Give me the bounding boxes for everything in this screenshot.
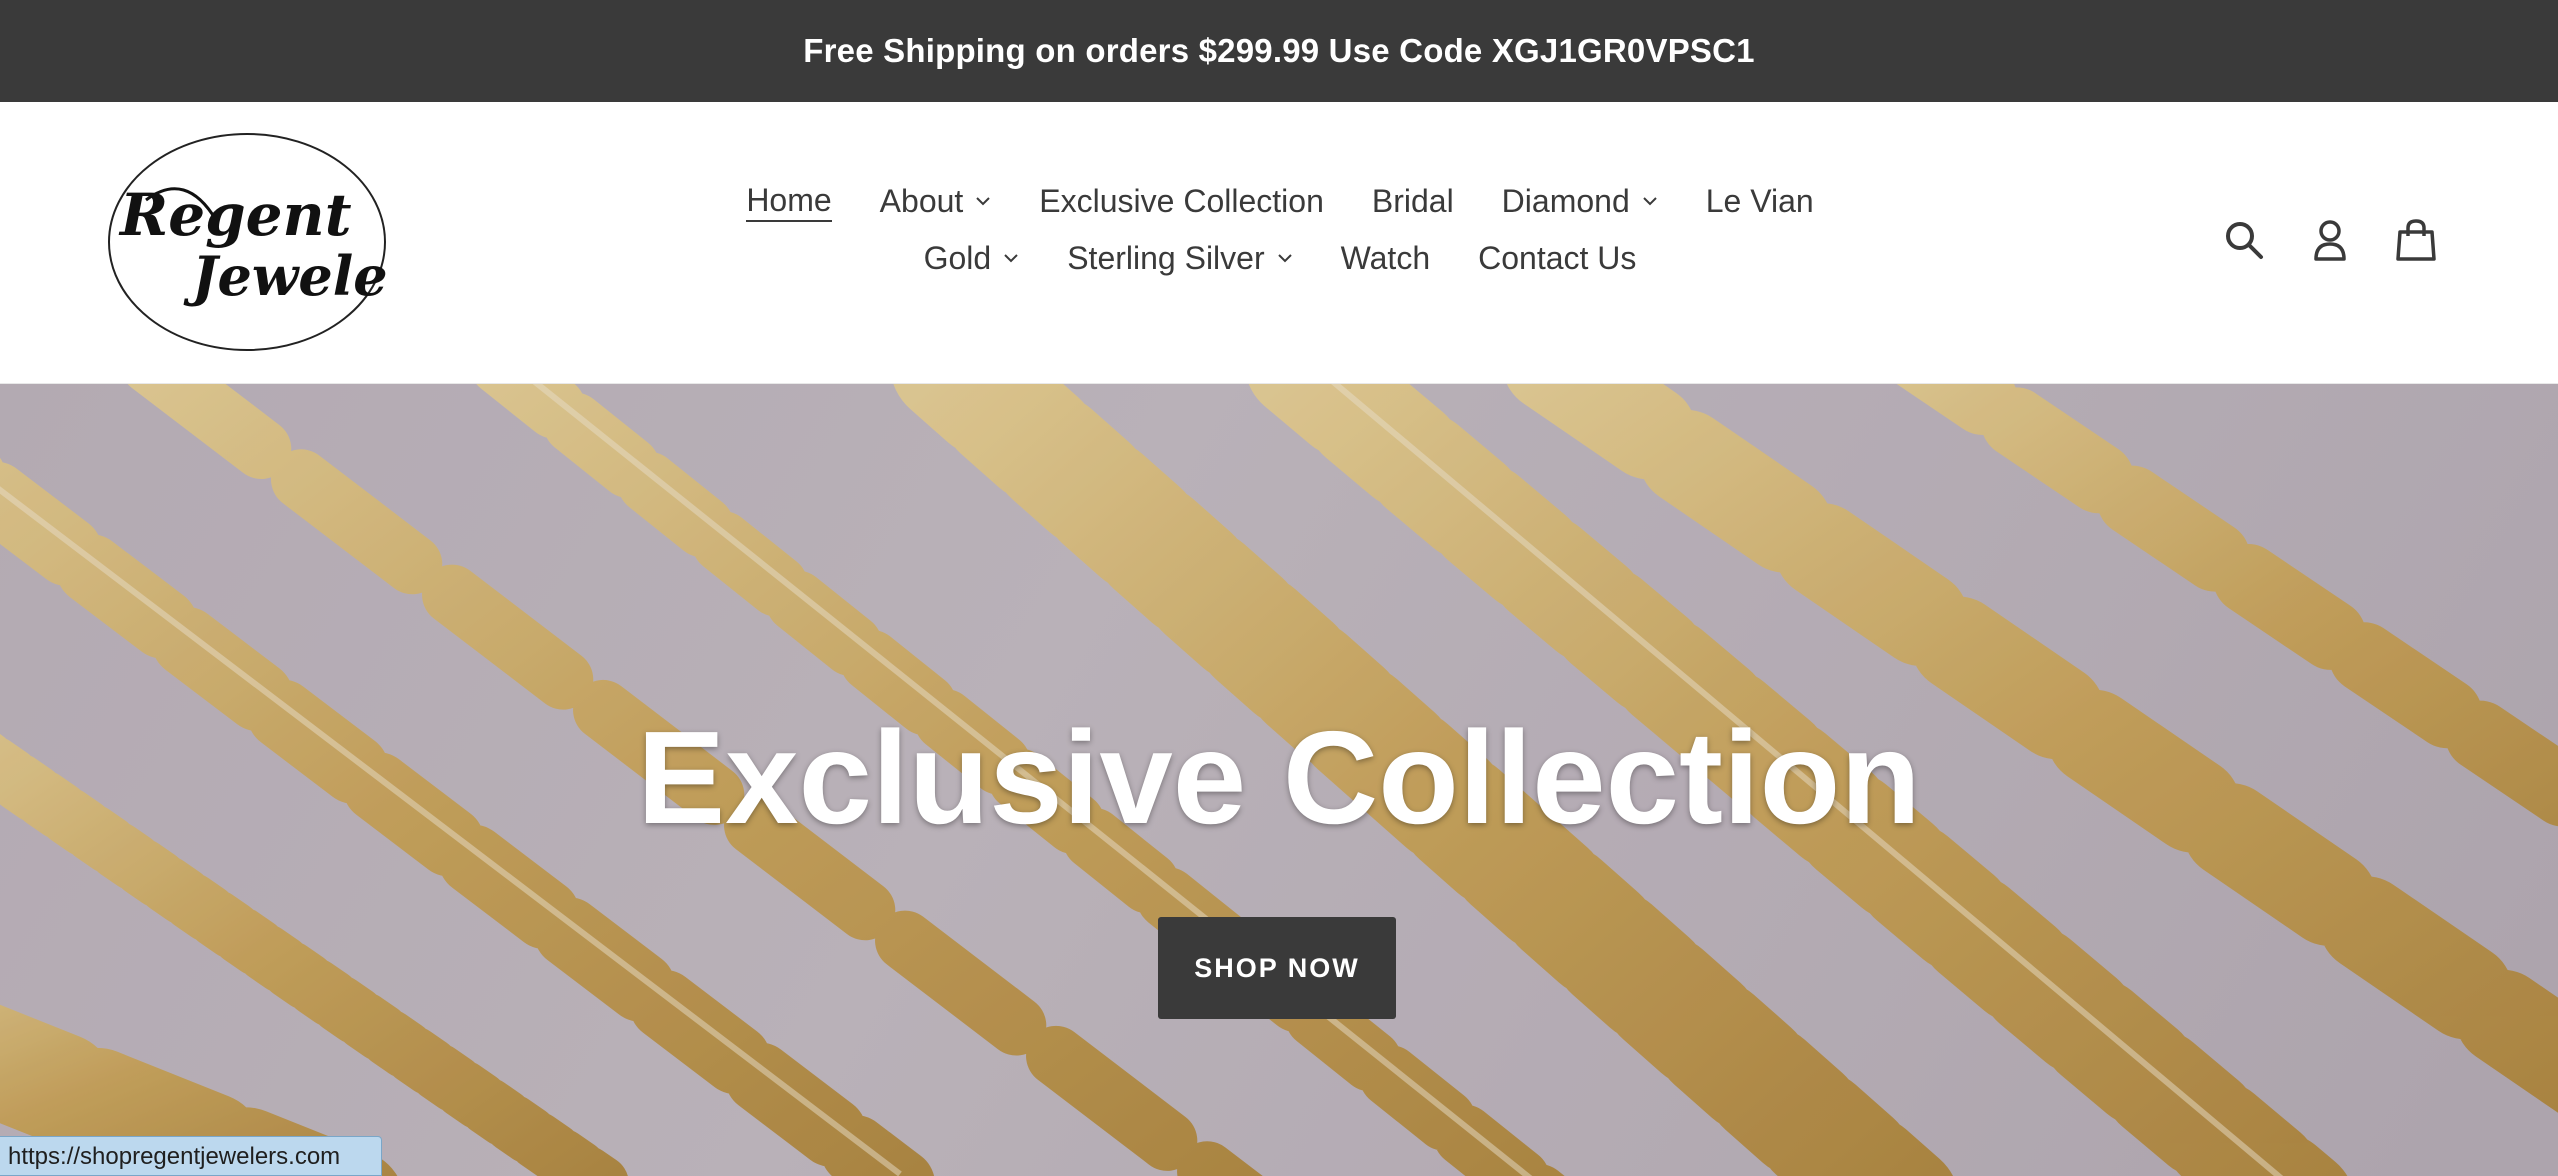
logo-line1: Regent [118,181,352,249]
nav-home[interactable]: Home [746,180,832,222]
chevron-down-icon [976,197,991,206]
status-bar-url: https://shopregentjewelers.com [0,1136,382,1176]
main-navigation: Home About Exclusive Collection Bridal D… [640,180,1920,278]
nav-watch[interactable]: Watch [1341,238,1431,278]
nav-exclusive-collection[interactable]: Exclusive Collection [1039,181,1324,221]
store-logo[interactable]: Regent Jewelers [106,130,388,354]
hero-title: Exclusive Collection [637,704,1921,851]
nav-sterling-silver-label: Sterling Silver [1067,240,1265,276]
cart-button[interactable] [2394,216,2438,264]
account-icon [2314,220,2346,261]
nav-gold[interactable]: Gold [924,238,1020,278]
logo-image: Regent Jewelers [108,133,388,351]
nav-bridal[interactable]: Bridal [1372,181,1454,221]
site-header: Regent Jewelers Home About Exclusive Col… [0,102,2558,384]
nav-le-vian-label: Le Vian [1705,183,1814,219]
cart-icon [2396,219,2436,261]
chevron-down-icon [1004,254,1018,263]
nav-diamond[interactable]: Diamond [1502,181,1658,221]
nav-exclusive-collection-label: Exclusive Collection [1039,183,1324,219]
nav-contact-us[interactable]: Contact Us [1478,238,1636,278]
nav-contact-us-label: Contact Us [1478,240,1637,276]
header-icons [2222,216,2438,264]
logo-line2: Jewelers [183,244,388,308]
nav-about[interactable]: About [880,181,992,221]
hero-banner: Exclusive Collection SHOP NOW [0,384,2558,1176]
announcement-bar: Free Shipping on orders $299.99 Use Code… [0,0,2558,102]
nav-bridal-label: Bridal [1371,183,1454,219]
chevron-down-icon [1277,254,1292,263]
announcement-text: Free Shipping on orders $299.99 Use Code… [803,32,1755,69]
chevron-down-icon [1643,197,1657,206]
shop-now-button[interactable]: SHOP NOW [1158,917,1396,1019]
nav-watch-label: Watch [1340,240,1431,276]
nav-row-1: Home About Exclusive Collection Bridal D… [746,180,1814,222]
account-button[interactable] [2308,216,2352,264]
nav-sterling-silver[interactable]: Sterling Silver [1067,238,1292,278]
search-button[interactable] [2222,216,2266,264]
nav-about-label: About [879,183,964,219]
search-icon [2226,222,2263,259]
nav-gold-label: Gold [923,240,992,276]
nav-row-2: Gold Sterling Silver Watch Contact Us [924,238,1637,278]
nav-home-label: Home [746,180,832,222]
nav-diamond-label: Diamond [1501,183,1630,219]
nav-le-vian[interactable]: Le Vian [1706,181,1814,221]
